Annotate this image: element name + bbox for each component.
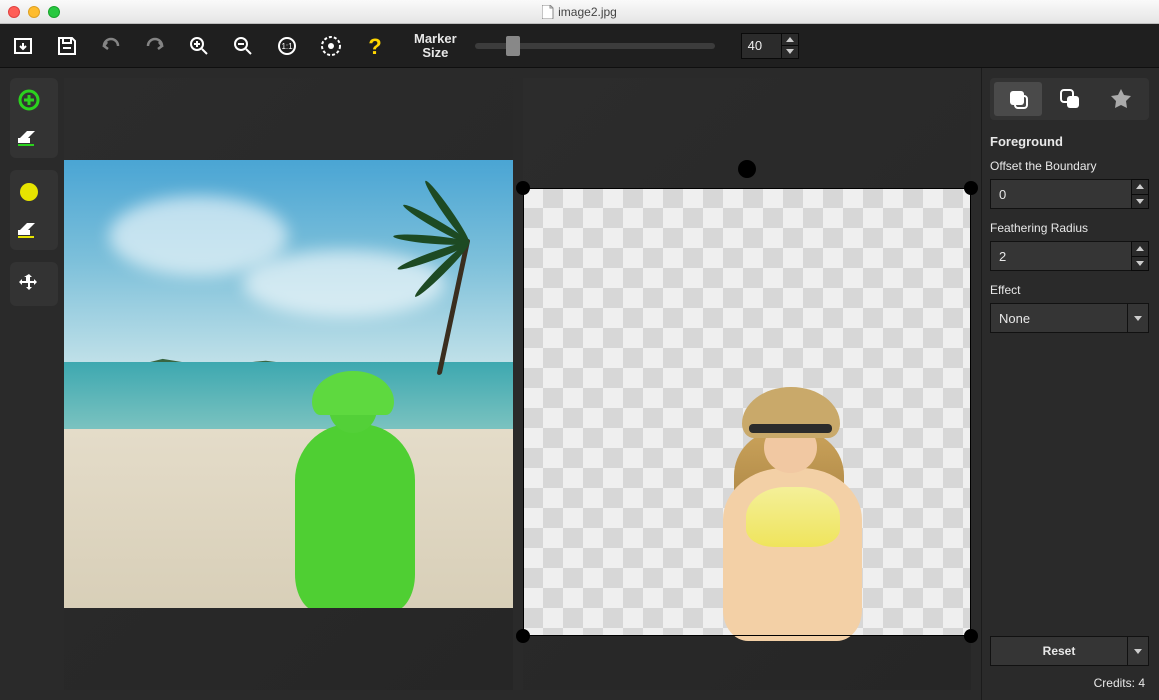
marker-size-step-up[interactable] bbox=[782, 34, 798, 46]
zoom-out-icon bbox=[231, 34, 255, 58]
offset-step-up[interactable] bbox=[1132, 180, 1148, 194]
feathering-value[interactable]: 2 bbox=[990, 241, 1131, 271]
star-icon bbox=[1110, 88, 1132, 110]
effect-select[interactable]: None bbox=[990, 303, 1149, 333]
feathering-step-up[interactable] bbox=[1132, 242, 1148, 256]
feathering-input[interactable]: 2 bbox=[990, 241, 1149, 271]
redo-icon bbox=[143, 34, 167, 58]
workspace bbox=[58, 68, 981, 700]
marker-size-label: Marker Size bbox=[414, 32, 457, 59]
chevron-up-icon bbox=[1136, 184, 1144, 189]
panel-tabs bbox=[990, 78, 1149, 120]
result-image bbox=[523, 188, 972, 636]
offset-input[interactable]: 0 bbox=[990, 179, 1149, 209]
help-icon: ? bbox=[363, 34, 387, 58]
eraser-green-icon bbox=[16, 126, 42, 146]
undo-icon bbox=[99, 34, 123, 58]
left-toolbar bbox=[0, 68, 58, 700]
tab-favorites[interactable] bbox=[1097, 82, 1145, 116]
erase-foreground-marker-button[interactable] bbox=[10, 118, 48, 154]
crop-handle-rotate[interactable] bbox=[738, 160, 756, 178]
open-file-icon bbox=[11, 34, 35, 58]
marker-size-step-down[interactable] bbox=[782, 45, 798, 58]
offset-label: Offset the Boundary bbox=[990, 159, 1149, 173]
offset-value[interactable]: 0 bbox=[990, 179, 1131, 209]
chevron-down-icon bbox=[1136, 261, 1144, 266]
result-preview-panel[interactable] bbox=[523, 78, 972, 690]
zoom-fit-icon bbox=[319, 34, 343, 58]
zoom-in-button[interactable] bbox=[184, 31, 214, 61]
top-toolbar: 1:1 ? Marker Size 40 bbox=[0, 24, 1159, 68]
minimize-window-button[interactable] bbox=[28, 6, 40, 18]
fullscreen-window-button[interactable] bbox=[48, 6, 60, 18]
file-name: image2.jpg bbox=[558, 5, 617, 19]
section-title: Foreground bbox=[990, 134, 1149, 149]
circle-yellow-icon bbox=[17, 180, 41, 204]
open-file-button[interactable] bbox=[8, 31, 38, 61]
help-button[interactable]: ? bbox=[360, 31, 390, 61]
add-circle-icon bbox=[17, 88, 41, 112]
save-icon bbox=[55, 34, 79, 58]
add-foreground-marker-button[interactable] bbox=[10, 82, 48, 118]
foreground-mask-overlay bbox=[261, 384, 431, 608]
eraser-yellow-icon bbox=[16, 218, 42, 238]
file-icon bbox=[542, 5, 554, 19]
zoom-fit-button[interactable] bbox=[316, 31, 346, 61]
crop-handle-tl[interactable] bbox=[516, 181, 530, 195]
crop-handle-br[interactable] bbox=[964, 629, 978, 643]
zoom-actual-button[interactable]: 1:1 bbox=[272, 31, 302, 61]
window-title: image2.jpg bbox=[0, 5, 1159, 19]
tab-foreground[interactable] bbox=[994, 82, 1042, 116]
add-background-marker-button[interactable] bbox=[10, 174, 48, 210]
effect-value: None bbox=[990, 303, 1127, 333]
save-button[interactable] bbox=[52, 31, 82, 61]
chevron-down-icon bbox=[1134, 316, 1142, 321]
close-window-button[interactable] bbox=[8, 6, 20, 18]
feathering-label: Feathering Radius bbox=[990, 221, 1149, 235]
properties-panel: Foreground Offset the Boundary 0 Feather… bbox=[981, 68, 1159, 700]
erase-background-marker-button[interactable] bbox=[10, 210, 48, 246]
chevron-down-icon bbox=[1134, 649, 1142, 654]
marker-size-slider[interactable] bbox=[475, 43, 715, 49]
redo-button[interactable] bbox=[140, 31, 170, 61]
svg-text:1:1: 1:1 bbox=[281, 42, 293, 51]
chevron-down-icon bbox=[1136, 199, 1144, 204]
effect-label: Effect bbox=[990, 283, 1149, 297]
tab-background[interactable] bbox=[1046, 82, 1094, 116]
crop-handle-bl[interactable] bbox=[516, 629, 530, 643]
undo-button[interactable] bbox=[96, 31, 126, 61]
pan-tool-button[interactable] bbox=[10, 266, 48, 302]
background-tab-icon bbox=[1059, 88, 1081, 110]
offset-step-down[interactable] bbox=[1132, 194, 1148, 209]
zoom-actual-icon: 1:1 bbox=[275, 34, 299, 58]
credits-display: Credits: 4 bbox=[990, 676, 1149, 690]
crop-handle-tr[interactable] bbox=[964, 181, 978, 195]
source-image bbox=[64, 160, 513, 608]
effect-dropdown-arrow bbox=[1127, 303, 1149, 333]
cutout-subject bbox=[693, 403, 881, 636]
zoom-in-icon bbox=[187, 34, 211, 58]
reset-dropdown[interactable] bbox=[1127, 636, 1149, 666]
feathering-step-down[interactable] bbox=[1132, 256, 1148, 271]
svg-text:?: ? bbox=[368, 34, 381, 58]
chevron-up-icon bbox=[1136, 246, 1144, 251]
zoom-out-button[interactable] bbox=[228, 31, 258, 61]
chevron-down-icon bbox=[786, 49, 794, 54]
marker-size-input[interactable]: 40 bbox=[741, 33, 799, 59]
reset-button[interactable]: Reset bbox=[990, 636, 1127, 666]
slider-thumb[interactable] bbox=[506, 36, 520, 56]
source-image-panel[interactable] bbox=[64, 78, 513, 690]
marker-size-value[interactable]: 40 bbox=[741, 33, 781, 59]
chevron-up-icon bbox=[786, 37, 794, 42]
move-icon bbox=[17, 272, 41, 296]
foreground-tab-icon bbox=[1007, 88, 1029, 110]
window-titlebar: image2.jpg bbox=[0, 0, 1159, 24]
